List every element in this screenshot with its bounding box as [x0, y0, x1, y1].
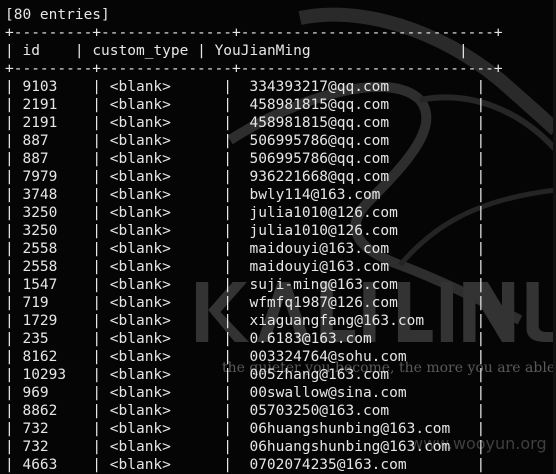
cell-custom-type: <blank>: [109, 457, 171, 473]
cell-youjianming: maidouyi@163.com: [249, 259, 390, 275]
cell-id: 2191: [22, 115, 58, 131]
table-row: | 2558 | <blank> | maidouyi@163.com |: [5, 259, 486, 275]
cell-id: 719: [22, 295, 49, 311]
cell-youjianming: 06huangshunbing@163.com: [249, 439, 451, 455]
table-row: | 2191 | <blank> | 458981815@qq.com |: [5, 97, 486, 113]
cell-youjianming: 00swallow@sina.com: [249, 385, 407, 401]
table-header: | id | custom_type | YouJianMing |: [5, 43, 468, 59]
cell-id: 8862: [22, 403, 58, 419]
cell-custom-type: <blank>: [109, 349, 171, 365]
cell-custom-type: <blank>: [109, 187, 171, 203]
cell-youjianming: 458981815@qq.com: [249, 115, 390, 131]
table-row: | 887 | <blank> | 506995786@qq.com |: [5, 133, 486, 149]
cell-custom-type: <blank>: [109, 169, 171, 185]
cell-id: 2191: [22, 97, 58, 113]
cell-youjianming: 0702074235@163.com: [249, 457, 407, 473]
cell-custom-type: <blank>: [109, 97, 171, 113]
terminal-output: [80 entries] +---------+---------------+…: [5, 6, 503, 474]
cell-youjianming: 506995786@qq.com: [249, 133, 390, 149]
cell-youjianming: maidouyi@163.com: [249, 241, 390, 257]
cell-id: 9103: [22, 79, 58, 95]
column-header-custom-type: custom_type: [92, 43, 189, 59]
cell-youjianming: 0.6183@163.com: [249, 331, 372, 347]
cell-id: 2558: [22, 241, 58, 257]
table-row: | 8162 | <blank> | 003324764@sohu.com |: [5, 349, 486, 365]
cell-id: 2558: [22, 259, 58, 275]
column-header-youjianming: YouJianMing: [214, 43, 311, 59]
cell-custom-type: <blank>: [109, 151, 171, 167]
cell-youjianming: 936221668@qq.com: [249, 169, 390, 185]
cell-custom-type: <blank>: [109, 439, 171, 455]
cell-id: 1729: [22, 313, 58, 329]
cell-youjianming: 458981815@qq.com: [249, 97, 390, 113]
cell-youjianming: julia1010@126.com: [249, 205, 398, 221]
table-row: | 1547 | <blank> | suji-ming@163.com |: [5, 277, 486, 293]
cell-custom-type: <blank>: [109, 133, 171, 149]
cell-id: 235: [22, 331, 49, 347]
cell-youjianming: wfmfq1987@126.com: [249, 295, 398, 311]
table-row: | 8862 | <blank> | 05703250@163.com |: [5, 403, 486, 419]
cell-id: 887: [22, 151, 49, 167]
cell-youjianming: julia1010@126.com: [249, 223, 398, 239]
table-row: | 7979 | <blank> | 936221668@qq.com |: [5, 169, 486, 185]
cell-custom-type: <blank>: [109, 259, 171, 275]
cell-youjianming: suji-ming@163.com: [249, 277, 398, 293]
cell-youjianming: bwly114@163.com: [249, 187, 381, 203]
cell-id: 3250: [22, 205, 58, 221]
cell-id: 10293: [22, 367, 67, 383]
table-border-header: +---------+---------------+-------------…: [5, 61, 503, 77]
table-body: | 9103 | <blank> | 334393217@qq.com | | 2…: [5, 78, 503, 474]
table-row: | 9103 | <blank> | 334393217@qq.com |: [5, 79, 486, 95]
cell-youjianming: 506995786@qq.com: [249, 151, 390, 167]
cell-custom-type: <blank>: [109, 295, 171, 311]
table-row: | 2558 | <blank> | maidouyi@163.com |: [5, 241, 486, 257]
table-row: | 719 | <blank> | wfmfq1987@126.com |: [5, 295, 486, 311]
cell-id: 732: [22, 421, 49, 437]
cell-id: 887: [22, 133, 49, 149]
cell-custom-type: <blank>: [109, 205, 171, 221]
table-row: | 3748 | <blank> | bwly114@163.com |: [5, 187, 486, 203]
cell-custom-type: <blank>: [109, 223, 171, 239]
cell-id: 7979: [22, 169, 58, 185]
table-row: | 732 | <blank> | 06huangshunbing@163.co…: [5, 421, 486, 437]
cell-youjianming: 05703250@163.com: [249, 403, 390, 419]
cell-youjianming: xiaguangfang@163.com: [249, 313, 425, 329]
cell-youjianming: 334393217@qq.com: [249, 79, 390, 95]
table-row: | 2191 | <blank> | 458981815@qq.com |: [5, 115, 486, 131]
cell-id: 4663: [22, 457, 58, 473]
cell-youjianming: 06huangshunbing@163.com: [249, 421, 451, 437]
terminal-window[interactable]: the quieter you become, the more you are…: [0, 0, 556, 474]
cell-custom-type: <blank>: [109, 277, 171, 293]
table-row: | 969 | <blank> | 00swallow@sina.com |: [5, 385, 486, 401]
table-row: | 10293 | <blank> | 005zhang@163.com |: [5, 367, 486, 383]
cell-custom-type: <blank>: [109, 115, 171, 131]
cell-custom-type: <blank>: [109, 403, 171, 419]
table-row: | 4663 | <blank> | 0702074235@163.com |: [5, 457, 486, 473]
cell-id: 3250: [22, 223, 58, 239]
cell-id: 732: [22, 439, 49, 455]
cell-custom-type: <blank>: [109, 421, 171, 437]
cell-youjianming: 003324764@sohu.com: [249, 349, 407, 365]
cell-custom-type: <blank>: [109, 313, 171, 329]
cell-custom-type: <blank>: [109, 241, 171, 257]
entry-count: [80 entries]: [5, 7, 110, 23]
cell-id: 969: [22, 385, 49, 401]
cell-custom-type: <blank>: [109, 79, 171, 95]
cell-custom-type: <blank>: [109, 385, 171, 401]
cell-custom-type: <blank>: [109, 331, 171, 347]
table-row: | 1729 | <blank> | xiaguangfang@163.com …: [5, 313, 486, 329]
table-row: | 235 | <blank> | 0.6183@163.com |: [5, 331, 486, 347]
table-row: | 3250 | <blank> | julia1010@126.com |: [5, 205, 486, 221]
cell-youjianming: 005zhang@163.com: [249, 367, 390, 383]
column-header-id: id: [22, 43, 40, 59]
table-row: | 887 | <blank> | 506995786@qq.com |: [5, 151, 486, 167]
table-row: | 732 | <blank> | 06huangshunbing@163.co…: [5, 439, 486, 455]
cell-id: 1547: [22, 277, 58, 293]
cell-custom-type: <blank>: [109, 367, 171, 383]
cell-id: 8162: [22, 349, 58, 365]
table-border-top: +---------+---------------+-------------…: [5, 25, 503, 41]
table-row: | 3250 | <blank> | julia1010@126.com |: [5, 223, 486, 239]
cell-id: 3748: [22, 187, 58, 203]
